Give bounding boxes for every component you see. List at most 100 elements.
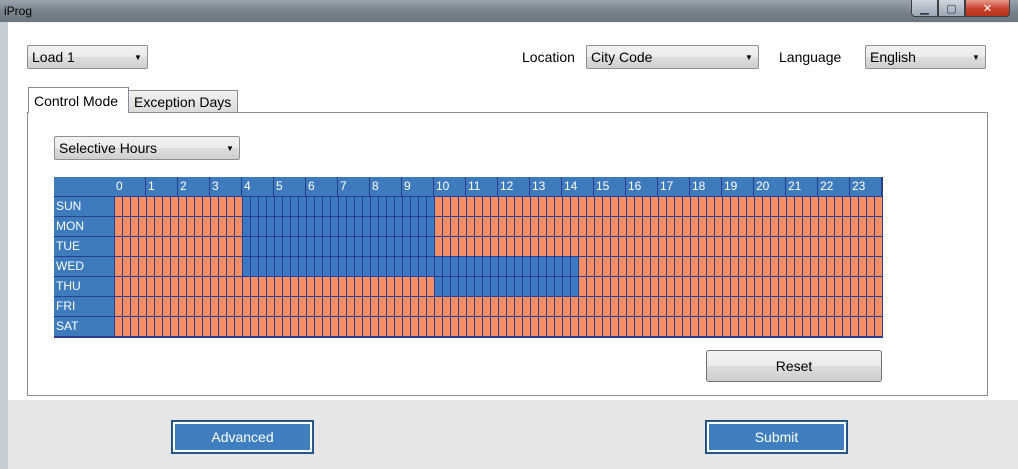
time-slot[interactable] (587, 197, 594, 216)
time-slot[interactable] (235, 197, 242, 216)
time-slot[interactable] (139, 237, 146, 256)
time-slot[interactable] (427, 237, 434, 256)
time-slot[interactable] (731, 197, 738, 216)
tab-control-mode[interactable]: Control Mode (28, 87, 129, 113)
time-slot[interactable] (315, 317, 322, 336)
time-slot[interactable] (459, 277, 466, 296)
time-slot[interactable] (787, 297, 794, 316)
time-slot[interactable] (635, 277, 642, 296)
time-slot[interactable] (595, 197, 602, 216)
time-slot[interactable] (619, 197, 626, 216)
time-slot[interactable] (755, 297, 762, 316)
time-slot[interactable] (763, 257, 770, 276)
time-slot[interactable] (827, 197, 834, 216)
time-slot[interactable] (803, 277, 810, 296)
time-slot[interactable] (683, 297, 690, 316)
time-slot[interactable] (715, 277, 722, 296)
time-slot[interactable] (547, 277, 554, 296)
time-slot[interactable] (339, 277, 346, 296)
time-slot[interactable] (563, 297, 570, 316)
time-slot[interactable] (539, 237, 546, 256)
time-slot[interactable] (747, 277, 754, 296)
time-slot[interactable] (795, 197, 802, 216)
time-slot[interactable] (691, 217, 698, 236)
time-slot[interactable] (595, 237, 602, 256)
time-slot[interactable] (499, 297, 506, 316)
time-slot[interactable] (859, 237, 866, 256)
time-slot[interactable] (235, 257, 242, 276)
time-slot[interactable] (379, 277, 386, 296)
time-slot[interactable] (619, 257, 626, 276)
time-slot[interactable] (603, 317, 610, 336)
time-slot[interactable] (515, 217, 522, 236)
time-slot[interactable] (859, 277, 866, 296)
time-slot[interactable] (779, 317, 786, 336)
time-slot[interactable] (363, 277, 370, 296)
time-slot[interactable] (339, 257, 346, 276)
time-slot[interactable] (835, 237, 842, 256)
mode-select[interactable]: Selective Hours ▼ (54, 136, 240, 160)
time-slot[interactable] (475, 277, 482, 296)
time-slot[interactable] (747, 297, 754, 316)
time-slot[interactable] (195, 197, 202, 216)
time-slot[interactable] (363, 237, 370, 256)
time-slot[interactable] (715, 217, 722, 236)
time-slot[interactable] (715, 197, 722, 216)
time-slot[interactable] (147, 257, 154, 276)
time-slot[interactable] (507, 217, 514, 236)
time-slot[interactable] (619, 297, 626, 316)
time-slot[interactable] (291, 297, 298, 316)
time-slot[interactable] (283, 297, 290, 316)
time-slot[interactable] (171, 277, 178, 296)
time-slot[interactable] (755, 237, 762, 256)
time-slot[interactable] (499, 277, 506, 296)
time-slot[interactable] (467, 277, 474, 296)
time-slot[interactable] (867, 257, 874, 276)
time-slot[interactable] (131, 217, 138, 236)
time-slot[interactable] (123, 257, 130, 276)
time-slot[interactable] (483, 217, 490, 236)
time-slot[interactable] (611, 277, 618, 296)
time-slot[interactable] (523, 297, 530, 316)
time-slot[interactable] (235, 317, 242, 336)
time-slot[interactable] (299, 257, 306, 276)
time-slot[interactable] (131, 317, 138, 336)
time-slot[interactable] (787, 277, 794, 296)
time-slot[interactable] (611, 217, 618, 236)
time-slot[interactable] (851, 277, 858, 296)
time-slot[interactable] (211, 217, 218, 236)
time-slot[interactable] (355, 197, 362, 216)
time-slot[interactable] (699, 297, 706, 316)
time-slot[interactable] (555, 297, 562, 316)
time-slot[interactable] (131, 277, 138, 296)
time-slot[interactable] (803, 297, 810, 316)
time-slot[interactable] (619, 237, 626, 256)
time-slot[interactable] (707, 197, 714, 216)
time-slot[interactable] (411, 197, 418, 216)
time-slot[interactable] (579, 237, 586, 256)
time-slot[interactable] (315, 217, 322, 236)
time-slot[interactable] (643, 257, 650, 276)
time-slot[interactable] (163, 297, 170, 316)
time-slot[interactable] (611, 257, 618, 276)
time-slot[interactable] (555, 257, 562, 276)
time-slot[interactable] (115, 297, 122, 316)
time-slot[interactable] (531, 297, 538, 316)
time-slot[interactable] (859, 197, 866, 216)
time-slot[interactable] (563, 237, 570, 256)
time-slot[interactable] (123, 297, 130, 316)
time-slot[interactable] (267, 297, 274, 316)
time-slot[interactable] (691, 257, 698, 276)
time-slot[interactable] (387, 257, 394, 276)
time-slot[interactable] (819, 257, 826, 276)
time-slot[interactable] (291, 197, 298, 216)
time-slot[interactable] (523, 257, 530, 276)
time-slot[interactable] (467, 297, 474, 316)
time-slot[interactable] (659, 217, 666, 236)
time-slot[interactable] (155, 317, 162, 336)
time-slot[interactable] (707, 217, 714, 236)
time-slot[interactable] (523, 277, 530, 296)
time-slot[interactable] (267, 217, 274, 236)
time-slot[interactable] (323, 217, 330, 236)
time-slot[interactable] (275, 317, 282, 336)
